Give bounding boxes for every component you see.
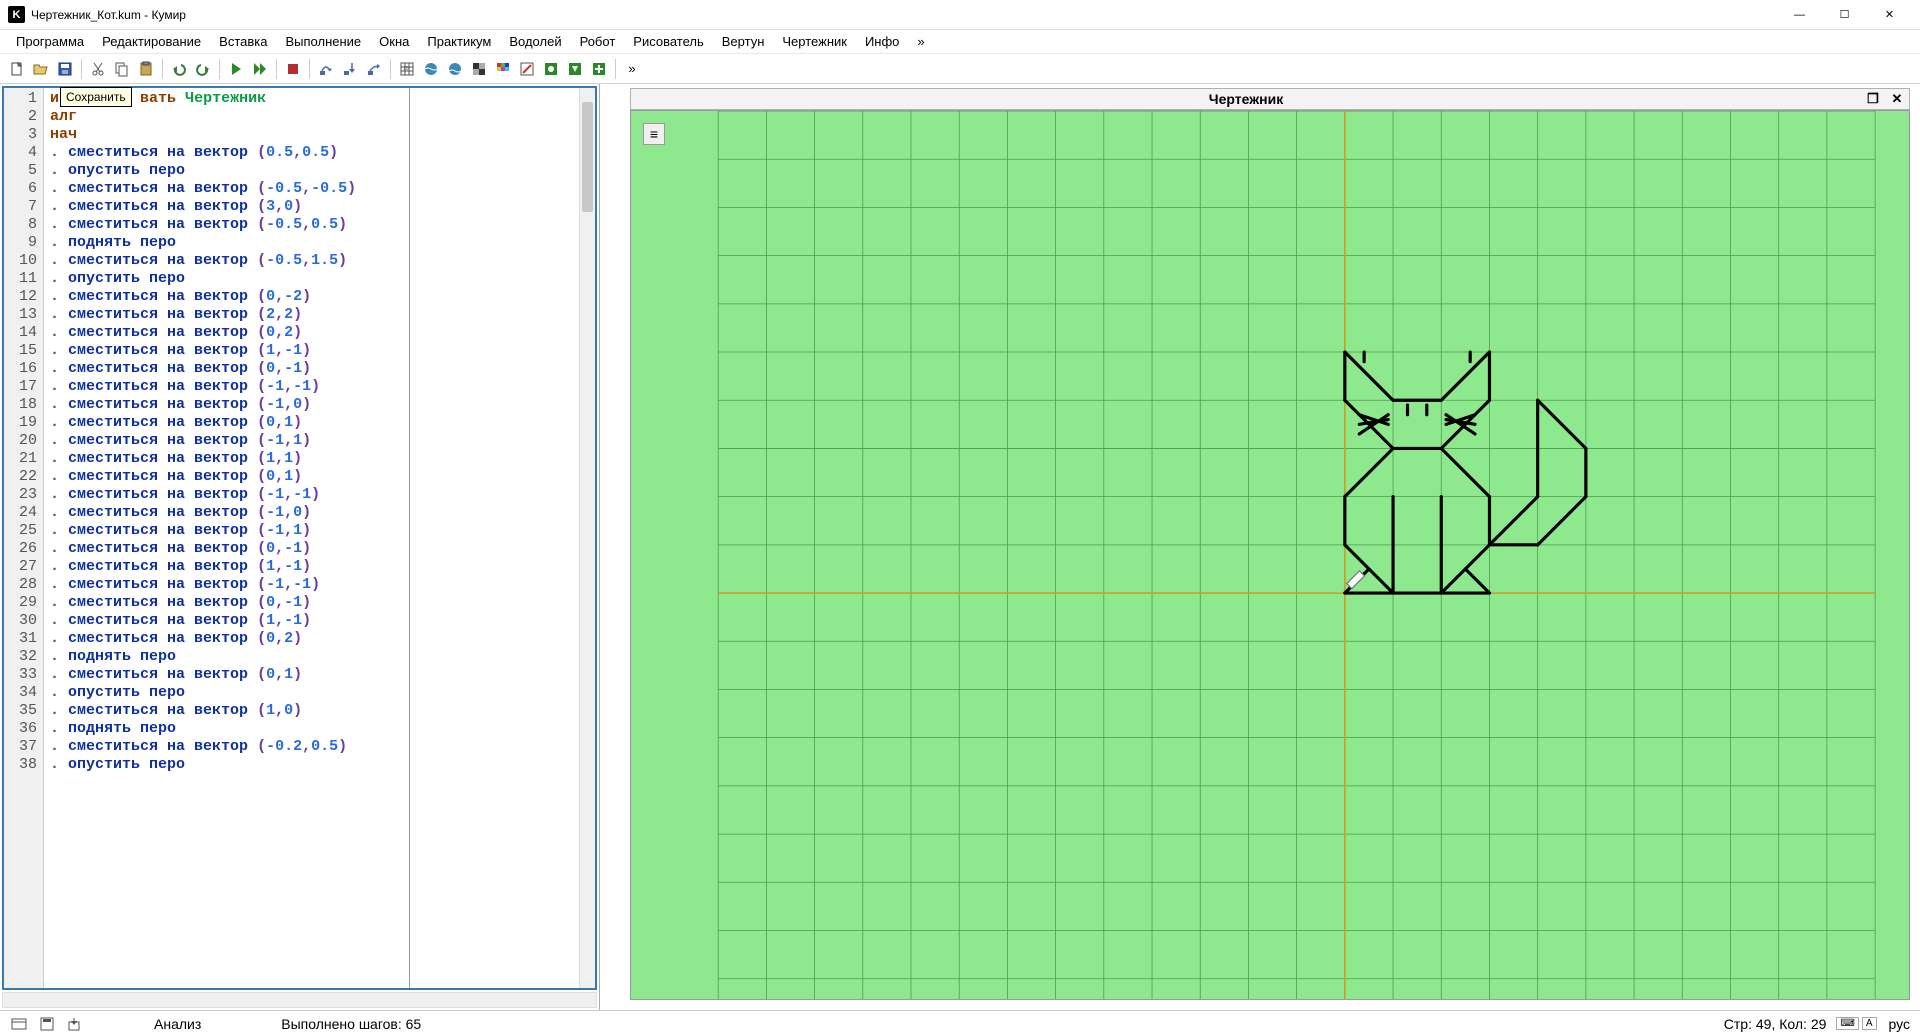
toolbar: 10 » <box>0 54 1920 84</box>
menu-item-11[interactable]: Инфо <box>857 32 907 51</box>
editor-hscroll[interactable] <box>2 992 597 1008</box>
app-icon: K <box>8 6 25 23</box>
status-kb-indicator: ⌨A <box>1836 1017 1876 1030</box>
menubar: ПрограммаРедактированиеВставкаВыполнение… <box>0 30 1920 54</box>
step-into-button[interactable] <box>339 58 361 80</box>
run-fast-button[interactable] <box>249 58 271 80</box>
menu-item-12[interactable]: » <box>909 32 932 51</box>
open-file-button[interactable] <box>30 58 52 80</box>
tool-grid-button[interactable]: 10 <box>396 58 418 80</box>
step-out-button[interactable] <box>363 58 385 80</box>
titlebar: K Чертежник_Кот.kum - Кумир — ☐ ✕ <box>0 0 1920 30</box>
tool-water-button[interactable] <box>420 58 442 80</box>
draw-svg <box>631 111 1909 999</box>
editor-panel: 1234567891011121314151617181920212223242… <box>0 84 600 1010</box>
status-steps: Выполнено шагов: 65 <box>281 1016 421 1032</box>
run-button[interactable] <box>225 58 247 80</box>
new-file-button[interactable] <box>6 58 28 80</box>
draw-header: Чертежник ❐ ✕ <box>630 88 1910 110</box>
menu-item-6[interactable]: Водолей <box>501 32 569 51</box>
status-save-icon[interactable] <box>38 1015 56 1033</box>
window-maximize-button[interactable]: ☐ <box>1822 0 1867 30</box>
draw-title: Чертежник <box>631 91 1861 107</box>
stop-button[interactable] <box>282 58 304 80</box>
scroll-thumb[interactable] <box>582 102 593 212</box>
editor[interactable]: 1234567891011121314151617181920212223242… <box>2 86 597 990</box>
step-over-button[interactable] <box>315 58 337 80</box>
code-area[interactable]: и вать Чертежник алг нач . сместиться на… <box>44 88 409 988</box>
draw-panel: Чертежник ❐ ✕ ≡ <box>600 84 1920 1010</box>
main-area: 1234567891011121314151617181920212223242… <box>0 84 1920 1010</box>
toolbar-overflow-button[interactable]: » <box>621 58 643 80</box>
menu-item-8[interactable]: Рисователь <box>625 32 711 51</box>
status-lang: рус <box>1889 1016 1910 1032</box>
menu-item-9[interactable]: Вертун <box>714 32 773 51</box>
tool-robot-green-button[interactable] <box>540 58 562 80</box>
statusbar: Анализ Выполнено шагов: 65 Стр: 49, Кол:… <box>0 1010 1920 1036</box>
tool-water2-button[interactable] <box>444 58 466 80</box>
status-console-icon[interactable] <box>10 1015 28 1033</box>
tooltip-save: Сохранить <box>60 87 132 107</box>
window-close-button[interactable]: ✕ <box>1867 0 1912 30</box>
window-minimize-button[interactable]: — <box>1777 0 1822 30</box>
tool-robot-green3-button[interactable] <box>588 58 610 80</box>
menu-item-7[interactable]: Робот <box>572 32 624 51</box>
paste-button[interactable] <box>135 58 157 80</box>
menu-item-1[interactable]: Редактирование <box>94 32 209 51</box>
tool-checker-button[interactable] <box>468 58 490 80</box>
tool-paint-button[interactable] <box>516 58 538 80</box>
menu-item-2[interactable]: Вставка <box>211 32 275 51</box>
cut-button[interactable] <box>87 58 109 80</box>
draw-canvas[interactable]: ≡ <box>630 110 1910 1000</box>
redo-button[interactable] <box>192 58 214 80</box>
status-analysis: Анализ <box>154 1016 201 1032</box>
menu-item-3[interactable]: Выполнение <box>277 32 369 51</box>
menu-item-10[interactable]: Чертежник <box>774 32 855 51</box>
svg-text:10: 10 <box>403 66 409 72</box>
undo-button[interactable] <box>168 58 190 80</box>
status-cursor-pos: Стр: 49, Кол: 29 <box>1724 1016 1827 1032</box>
editor-vscroll[interactable] <box>579 88 595 988</box>
menu-item-5[interactable]: Практикум <box>419 32 499 51</box>
tool-pixels-button[interactable] <box>492 58 514 80</box>
copy-button[interactable] <box>111 58 133 80</box>
status-out-icon[interactable] <box>66 1015 84 1033</box>
draw-restore-button[interactable]: ❐ <box>1861 91 1885 107</box>
window-title: Чертежник_Кот.kum - Кумир <box>31 8 1777 22</box>
draw-close-button[interactable]: ✕ <box>1885 91 1909 107</box>
editor-right-split <box>409 88 579 988</box>
line-gutter: 1234567891011121314151617181920212223242… <box>4 88 44 988</box>
canvas-menu-button[interactable]: ≡ <box>643 123 665 145</box>
tool-robot-green2-button[interactable] <box>564 58 586 80</box>
menu-item-0[interactable]: Программа <box>8 32 92 51</box>
menu-item-4[interactable]: Окна <box>371 32 417 51</box>
save-file-button[interactable] <box>54 58 76 80</box>
